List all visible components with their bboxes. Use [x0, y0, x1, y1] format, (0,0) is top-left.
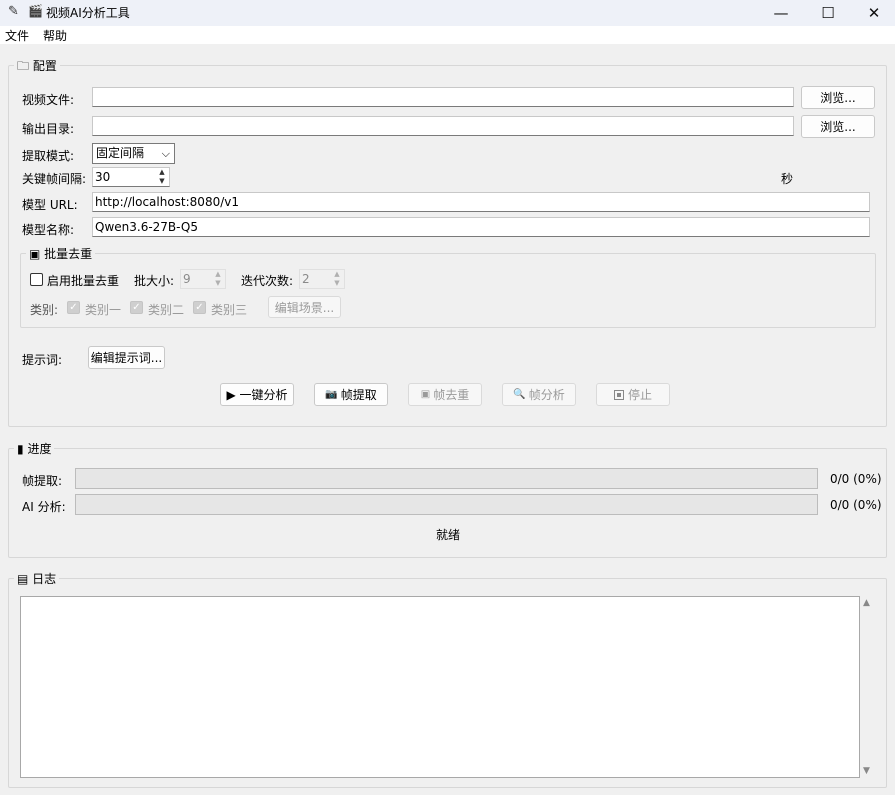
folder-icon: 🗀 [17, 59, 30, 73]
interval-unit: 秒 [781, 172, 794, 186]
frame-analyze-button[interactable]: 🔍 帧分析 [502, 383, 576, 406]
menu-help[interactable]: 帮助 [43, 27, 67, 44]
chart-icon: ▮ [17, 442, 24, 456]
clapper-icon: 🎬 [28, 4, 43, 18]
menu-file[interactable]: 文件 [5, 27, 29, 44]
interval-spinbox[interactable]: 30 ▲ ▼ [92, 167, 170, 187]
model-name-label: 模型名称: [22, 223, 75, 237]
dedup-icon: ▣ [420, 389, 431, 400]
batch-size-spinbox[interactable]: 9 ▲ ▼ [180, 269, 226, 289]
model-name-input[interactable] [92, 217, 870, 237]
category-3-checkbox[interactable]: ✓ [193, 301, 206, 314]
extract-progress-label: 帧提取: [22, 474, 63, 488]
edit-prompt-button[interactable]: 编辑提示词... [88, 346, 165, 369]
mode-label: 提取模式: [22, 149, 75, 163]
edit-scene-button[interactable]: 编辑场景... [268, 296, 341, 318]
minimize-button[interactable]: — [758, 0, 804, 26]
scroll-up-icon[interactable]: ▲ [863, 598, 870, 608]
camera-icon: 📷 [325, 389, 338, 400]
enable-batch-label[interactable]: 启用批量去重 [47, 272, 119, 289]
batch-size-label: 批大小: [134, 274, 175, 288]
spin-arrows-icon[interactable]: ▲ ▼ [155, 168, 169, 186]
clipboard-icon: ▤ [17, 572, 29, 586]
prompt-label: 提示词: [22, 353, 63, 367]
frame-extract-button[interactable]: 📷 帧提取 [314, 383, 388, 406]
magnifier-icon: 🔍 [513, 389, 526, 400]
spin-arrows-icon[interactable]: ▲ ▼ [330, 270, 344, 288]
spin-arrows-icon[interactable]: ▲ ▼ [211, 270, 225, 288]
category-1-checkbox[interactable]: ✓ [67, 301, 80, 314]
log-group-title: ▤ 日志 [14, 570, 60, 587]
one-click-analyze-button[interactable]: ▶ 一键分析 [220, 383, 294, 406]
category-2-label: 类别二 [148, 303, 185, 317]
status-text: 就绪 [436, 528, 461, 542]
feather-icon: ✎ [8, 4, 19, 19]
enable-batch-checkbox[interactable] [30, 273, 43, 286]
output-dir-input[interactable] [92, 116, 794, 136]
browse-output-button[interactable]: 浏览... [801, 115, 875, 138]
video-file-label: 视频文件: [22, 93, 75, 107]
batch-group-title: ▣ 批量去重 [26, 245, 96, 262]
scroll-down-icon[interactable]: ▼ [863, 766, 870, 776]
log-scrollbar[interactable]: ▲ ▼ [860, 596, 876, 778]
dedup-icon: ▣ [29, 247, 41, 261]
ai-progress-label: AI 分析: [22, 500, 66, 514]
maximize-button[interactable]: ☐ [805, 0, 851, 26]
category-3-label: 类别三 [211, 303, 248, 317]
progress-group-title: ▮ 进度 [14, 440, 55, 457]
config-group-title: 🗀 配置 [14, 57, 60, 78]
ai-progress-bar [75, 494, 818, 515]
stop-button[interactable]: 停止 [596, 383, 670, 406]
model-url-input[interactable] [92, 192, 870, 212]
category-2-checkbox[interactable]: ✓ [130, 301, 143, 314]
extract-progress-bar [75, 468, 818, 489]
mode-select[interactable]: 固定间隔 ⌵ [92, 143, 175, 164]
iterations-label: 迭代次数: [241, 274, 294, 288]
frame-dedup-button[interactable]: ▣ 帧去重 [408, 383, 482, 406]
output-dir-label: 输出目录: [22, 122, 75, 136]
category-label: 类别: [30, 303, 59, 317]
category-1-label: 类别一 [85, 303, 122, 317]
iterations-spinbox[interactable]: 2 ▲ ▼ [299, 269, 345, 289]
interval-label: 关键帧间隔: [22, 172, 87, 186]
log-textarea[interactable] [20, 596, 860, 778]
close-button[interactable]: ✕ [851, 0, 895, 26]
menu-bar [0, 26, 895, 44]
chevron-down-icon: ⌵ [161, 147, 170, 160]
video-file-input[interactable] [92, 87, 794, 107]
url-label: 模型 URL: [22, 198, 78, 212]
extract-progress-text: 0/0 (0%) [830, 472, 882, 486]
browse-video-button[interactable]: 浏览... [801, 86, 875, 109]
stop-icon [613, 389, 624, 400]
window-title: 视频AI分析工具 [46, 6, 130, 20]
ai-progress-text: 0/0 (0%) [830, 498, 882, 512]
